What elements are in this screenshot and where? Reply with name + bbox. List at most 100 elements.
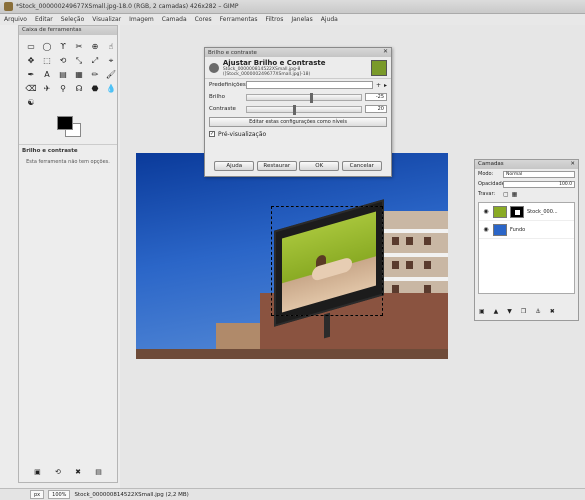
edit-as-levels-button[interactable]: Editar estas configurações como níveis: [209, 117, 387, 127]
opacity-slider[interactable]: 100.0: [503, 180, 575, 188]
new-layer-icon[interactable]: ▣: [479, 308, 485, 315]
layer-buttons: ▣ ▲ ▼ ❐ ⚓ ✖: [479, 308, 555, 315]
brightness-slider-handle[interactable]: [309, 92, 313, 103]
lock-alpha-icon[interactable]: ▦: [512, 191, 518, 198]
heal-tool-icon[interactable]: ⬣: [89, 83, 101, 94]
contrast-row: Contraste 20: [205, 103, 391, 115]
brightness-slider[interactable]: [246, 92, 362, 103]
brightness-icon: [209, 62, 219, 73]
menu-ajuda[interactable]: Ajuda: [321, 16, 338, 23]
image-thumbnail: [371, 60, 387, 76]
add-preset-icon[interactable]: +: [376, 82, 381, 89]
mode-row: Modo: Normal: [475, 169, 578, 179]
blur-tool-icon[interactable]: 💧: [105, 83, 117, 94]
layers-title: Camadas: [478, 161, 504, 167]
paintbrush-tool-icon[interactable]: 🖌: [105, 69, 117, 80]
close-icon[interactable]: ✕: [570, 160, 578, 169]
toolbox-panel: Caixa de ferramentas ▭ ◯ ϒ ✂ ⊕ ☝ ✥ ⬚ ⟲ ⤡…: [18, 25, 118, 483]
tool-options-note: Esta ferramenta não tem opções.: [26, 159, 110, 165]
lock-pixels-checkbox[interactable]: ▢: [503, 191, 509, 198]
menu-selecao[interactable]: Seleção: [61, 16, 85, 23]
clone-tool-icon[interactable]: ☊: [73, 83, 85, 94]
airbrush-tool-icon[interactable]: ✈: [41, 83, 53, 94]
dialog-subheading: Stock_000000814522XSmall.jpg-8 ([Stock_0…: [222, 66, 311, 77]
dodge-burn-tool-icon[interactable]: ☯: [25, 97, 37, 108]
bucket-fill-tool-icon[interactable]: ▤: [57, 69, 69, 80]
menu-camada[interactable]: Camada: [162, 16, 187, 23]
dialog-heading: Ajustar Brilho e Contraste: [222, 58, 326, 67]
selection-marquee[interactable]: [271, 206, 383, 316]
ellipse-select-tool-icon[interactable]: ◯: [41, 41, 53, 52]
contrast-spinbutton[interactable]: 20: [365, 105, 387, 113]
rotate-tool-icon[interactable]: ⟲: [57, 55, 69, 66]
pencil-tool-icon[interactable]: ✏: [89, 69, 101, 80]
menu-janelas[interactable]: Janelas: [291, 16, 312, 23]
scale-tool-icon[interactable]: ⤡: [73, 55, 85, 66]
ok-button[interactable]: OK: [299, 161, 340, 171]
image-canvas[interactable]: [136, 153, 448, 359]
dialog-buttons: Ajuda Restaurar OK Cancelar: [205, 161, 391, 171]
crop-tool-icon[interactable]: ⬚: [41, 55, 53, 66]
lock-label: Travar:: [478, 191, 496, 197]
window-titlebar: *Stock_000000249677XSmall.jpg-18.0 (RGB,…: [0, 0, 585, 14]
zoom-tool-icon[interactable]: ⊕: [89, 41, 101, 52]
save-icon[interactable]: ▣: [34, 468, 41, 476]
menu-imagem[interactable]: Imagem: [129, 16, 154, 23]
layers-titlebar: Camadas ✕: [475, 160, 578, 169]
eye-icon[interactable]: ◉: [482, 226, 490, 233]
lock-row: Travar: ▢ ▦: [475, 189, 578, 199]
eye-icon[interactable]: ◉: [482, 208, 490, 215]
layer-row[interactable]: ◉ Stock_000...: [479, 203, 574, 221]
eraser-tool-icon[interactable]: ⌫: [25, 83, 37, 94]
move-tool-icon[interactable]: ☝: [105, 41, 117, 52]
foreground-color-swatch[interactable]: [57, 116, 73, 130]
reset-button[interactable]: Restaurar: [256, 161, 297, 171]
unit-select[interactable]: px: [30, 490, 45, 499]
restore-icon[interactable]: ⟲: [55, 468, 61, 476]
layer-thumbnail: [493, 223, 507, 236]
toolbox-bottom-bar: ▣ ⟲ ✖ ▤: [19, 468, 117, 476]
zoom-select[interactable]: 100%: [48, 490, 71, 499]
scissors-tool-icon[interactable]: ✂: [73, 41, 85, 52]
reset-icon[interactable]: ▤: [95, 468, 102, 476]
gradient-tool-icon[interactable]: ▦: [73, 69, 85, 80]
align-tool-icon[interactable]: ✥: [25, 55, 37, 66]
layer-row[interactable]: ◉ Fundo: [479, 221, 574, 239]
brightness-row: Brilho -25: [205, 91, 391, 103]
layer-mask-thumbnail[interactable]: [510, 205, 524, 218]
presets-combo[interactable]: [246, 81, 373, 89]
raise-layer-icon[interactable]: ▲: [494, 308, 499, 315]
mode-label: Modo:: [478, 171, 494, 177]
menu-visualizar[interactable]: Visualizar: [92, 16, 121, 23]
preview-checkbox[interactable]: ✓: [209, 131, 215, 137]
preview-checkbox-row[interactable]: ✓ Pré-visualização: [205, 129, 391, 139]
text-tool-icon[interactable]: A: [41, 69, 53, 80]
contrast-slider-handle[interactable]: [292, 104, 296, 115]
rect-select-tool-icon[interactable]: ▭: [25, 41, 37, 52]
delete-layer-icon[interactable]: ✖: [550, 308, 555, 315]
free-select-tool-icon[interactable]: ϒ: [57, 41, 69, 52]
mode-select[interactable]: Normal: [503, 170, 575, 178]
ink-tool-icon[interactable]: ⚲: [57, 83, 69, 94]
contrast-slider[interactable]: [246, 104, 362, 115]
duplicate-layer-icon[interactable]: ❐: [521, 308, 526, 315]
anchor-layer-icon[interactable]: ⚓: [535, 308, 540, 315]
cancel-button[interactable]: Cancelar: [341, 161, 382, 171]
perspective-tool-icon[interactable]: ⌖: [105, 55, 117, 66]
preset-menu-icon[interactable]: ▸: [384, 82, 387, 89]
close-icon[interactable]: ✕: [382, 49, 389, 56]
help-button[interactable]: Ajuda: [214, 161, 255, 171]
delete-icon[interactable]: ✖: [75, 468, 81, 476]
menu-filtros[interactable]: Filtros: [265, 16, 283, 23]
menu-ferramentas[interactable]: Ferramentas: [220, 16, 258, 23]
paths-tool-icon[interactable]: ✒: [25, 69, 37, 80]
lower-layer-icon[interactable]: ▼: [507, 308, 512, 315]
contrast-label: Contraste: [209, 106, 236, 112]
shear-tool-icon[interactable]: ⤢: [89, 55, 101, 66]
menu-cores[interactable]: Cores: [195, 16, 212, 23]
menu-arquivo[interactable]: Arquivo: [4, 16, 27, 23]
gimp-app-icon: [4, 2, 13, 11]
menu-editar[interactable]: Editar: [35, 16, 53, 23]
brightness-label: Brilho: [209, 94, 225, 100]
brightness-spinbutton[interactable]: -25: [365, 93, 387, 101]
